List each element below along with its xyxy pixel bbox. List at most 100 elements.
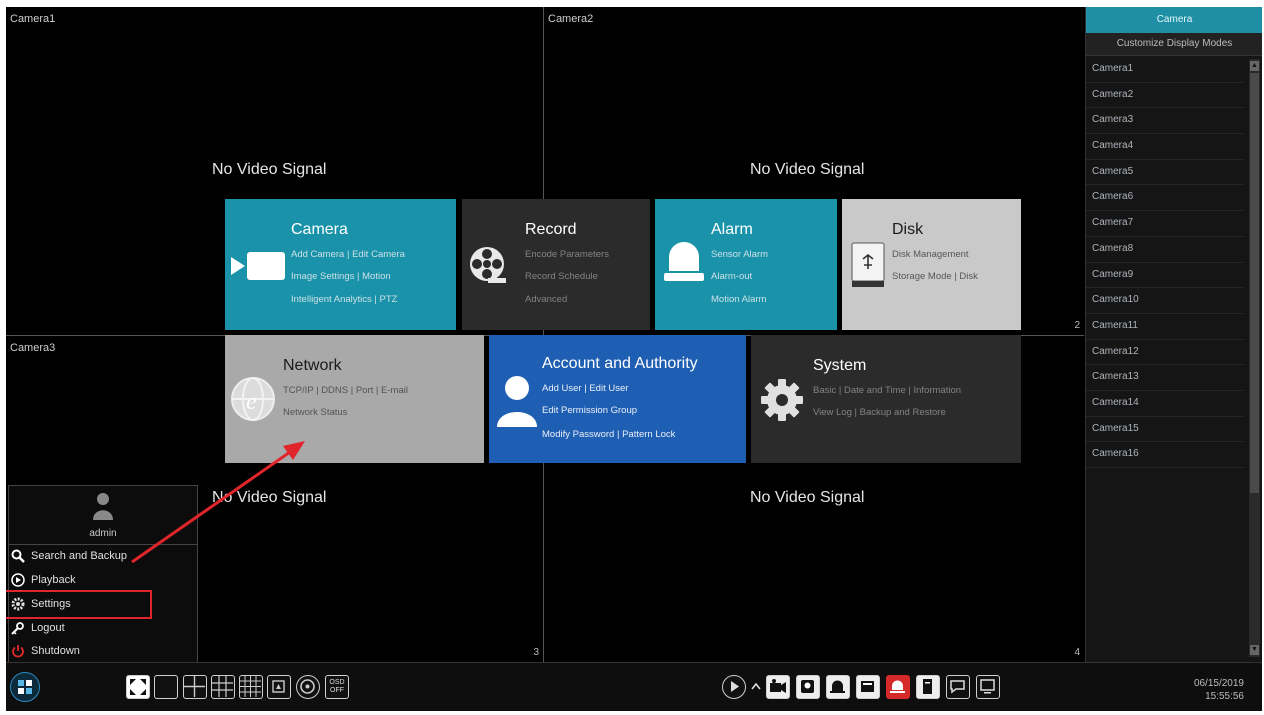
customize-display-modes-button[interactable]: Customize Display Modes (1086, 33, 1262, 56)
camera-list-item[interactable]: Camera6 (1086, 185, 1244, 212)
camera-list-item[interactable]: Camera14 (1086, 391, 1244, 417)
camera-settings-tile[interactable]: Camera Add Camera | Edit Camera Image Se… (225, 199, 456, 330)
camera-list-item[interactable]: Camera8 (1086, 237, 1244, 263)
tile-title: Camera (291, 221, 348, 238)
disk-status-button[interactable] (856, 675, 880, 699)
snapshot-icon (801, 680, 814, 693)
record-settings-tile[interactable]: Record Encode Parameters Record Schedule… (462, 199, 650, 330)
tile-link[interactable]: View Log | Backup and Restore (813, 407, 946, 418)
layout-1-button[interactable] (154, 675, 178, 699)
message-button[interactable] (946, 675, 970, 699)
menu-item-logout[interactable]: Logout (9, 618, 197, 640)
camera-list-item[interactable]: Camera12 (1086, 340, 1244, 366)
tile-title: Account and Authority (542, 355, 698, 372)
tile-link[interactable]: Disk Management (892, 249, 969, 260)
tile-link[interactable]: Basic | Date and Time | Information (813, 385, 961, 396)
tile-link[interactable]: Motion Alarm (711, 294, 766, 305)
camera-list-item[interactable]: Camera4 (1086, 134, 1244, 160)
snapshot-button[interactable] (796, 675, 820, 699)
menu-item-label: Shutdown (31, 645, 80, 657)
camera-list-item[interactable]: Camera7 (1086, 211, 1244, 237)
manual-record-button[interactable] (766, 675, 790, 699)
user-icon (497, 376, 537, 427)
settings-highlight-box (6, 590, 152, 619)
chevron-up-icon[interactable] (750, 680, 762, 692)
camera-list-item[interactable]: Camera16 (1086, 442, 1244, 468)
alarm-status-button[interactable] (826, 675, 850, 699)
tile-link[interactable]: Add Camera | Edit Camera (291, 249, 405, 260)
tile-title: System (813, 357, 867, 374)
account-authority-tile[interactable]: Account and Authority Add User | Edit Us… (489, 335, 746, 463)
camera-list-item[interactable]: Camera13 (1086, 365, 1244, 391)
start-menu-button[interactable] (10, 672, 40, 702)
disk-settings-tile[interactable]: Disk Disk Management Storage Mode | Disk (842, 199, 1021, 330)
camera-list-scrollbar[interactable]: ▲ ▼ (1249, 59, 1260, 657)
system-settings-tile[interactable]: System Basic | Date and Time | Informati… (751, 335, 1021, 463)
tile-link[interactable]: Image Settings | Motion (291, 271, 391, 282)
scroll-up-icon[interactable]: ▲ (1250, 61, 1259, 71)
disk-status-icon (861, 681, 874, 692)
tile-link[interactable]: Sensor Alarm (711, 249, 768, 260)
dvr-screen: Camera1 No Video Signal Camera2 No Video… (6, 7, 1262, 711)
tile-link[interactable]: TCP/IP | DDNS | Port | E-mail (283, 385, 408, 396)
tile-link[interactable]: Modify Password | Pattern Lock (542, 429, 675, 440)
camera-list-item[interactable]: Camera3 (1086, 108, 1244, 135)
tab-camera[interactable]: Camera (1086, 7, 1262, 33)
camera-number: 2 (1074, 320, 1080, 331)
menu-item-search-and-backup[interactable]: Search and Backup (9, 546, 197, 568)
tile-link[interactable]: Network Status (283, 407, 347, 418)
menu-item-playback[interactable]: Playback (9, 570, 197, 592)
layout-16-button[interactable] (239, 675, 263, 699)
network-settings-tile[interactable]: e Network TCP/IP | DDNS | Port | E-mail … (225, 335, 484, 463)
message-icon (950, 680, 965, 694)
tile-link[interactable]: Storage Mode | Disk (892, 271, 978, 282)
osd-label: OSD OFF (329, 679, 345, 694)
sequence-button[interactable] (296, 675, 320, 699)
tile-title: Record (525, 221, 577, 238)
tile-link[interactable]: Add User | Edit User (542, 383, 628, 394)
fullscreen-button[interactable] (126, 675, 150, 699)
no-video-signal: No Video Signal (750, 161, 865, 178)
gear-icon (761, 379, 803, 421)
camera-list-item[interactable]: Camera5 (1086, 160, 1244, 186)
scrollbar-thumb[interactable] (1250, 73, 1259, 493)
tile-link[interactable]: Intelligent Analytics | PTZ (291, 294, 398, 305)
hard-disk-icon (851, 242, 885, 287)
camera-number: 4 (1074, 647, 1080, 658)
tile-link[interactable]: Edit Permission Group (542, 405, 637, 416)
clock: 06/15/2019 15:55:56 (1194, 677, 1244, 703)
picture-in-picture-icon (272, 680, 285, 693)
tile-link[interactable]: Record Schedule (525, 271, 598, 282)
camera-list-item[interactable]: Camera11 (1086, 314, 1244, 340)
search-icon (11, 549, 25, 563)
record-camera-icon (770, 679, 786, 693)
layout-custom-button[interactable] (267, 675, 291, 699)
menu-item-shutdown[interactable]: Shutdown (9, 641, 197, 663)
scroll-down-icon[interactable]: ▼ (1250, 645, 1259, 655)
playback-button[interactable] (722, 675, 746, 699)
tile-link[interactable]: Encode Parameters (525, 249, 609, 260)
osd-toggle-button[interactable]: OSD OFF (325, 675, 349, 699)
layout-4-button[interactable] (183, 675, 207, 699)
alarm-settings-tile[interactable]: Alarm Sensor Alarm Alarm-out Motion Alar… (655, 199, 837, 330)
backup-button[interactable] (916, 675, 940, 699)
camera-list-item[interactable]: Camera10 (1086, 288, 1244, 314)
tile-link[interactable]: Alarm-out (711, 271, 752, 282)
grid-16-icon (240, 676, 261, 697)
network-status-button[interactable] (976, 675, 1000, 699)
tile-link[interactable]: Advanced (525, 294, 567, 305)
camera-list-panel: Camera Customize Display Modes Camera1 C… (1085, 7, 1262, 662)
user-avatar-icon (93, 493, 113, 520)
play-icon (731, 681, 739, 692)
play-icon (11, 573, 25, 587)
grid-9-icon (212, 676, 233, 697)
refresh-cycle-icon (300, 679, 315, 694)
camera-list-item[interactable]: Camera9 (1086, 263, 1244, 289)
camera-list-item[interactable]: Camera2 (1086, 83, 1244, 109)
alarm-light-button[interactable] (886, 675, 910, 699)
backup-drive-icon (923, 679, 932, 694)
camera-list-item[interactable]: Camera15 (1086, 417, 1244, 443)
no-video-signal: No Video Signal (212, 161, 327, 178)
layout-9-button[interactable] (211, 675, 235, 699)
camera-list-item[interactable]: Camera1 (1086, 57, 1244, 83)
